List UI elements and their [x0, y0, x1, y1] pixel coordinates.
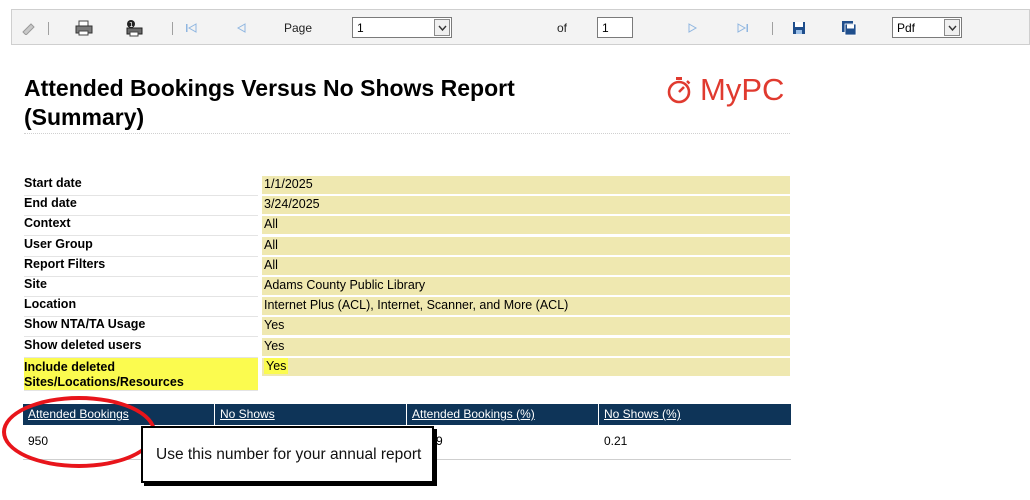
previous-page-icon[interactable]	[230, 10, 252, 46]
of-label: of	[556, 21, 567, 35]
print-icon[interactable]	[72, 10, 96, 46]
param-row-report-filters: Report Filters All	[24, 256, 790, 277]
report-parameters: Start date 1/1/2025 End date 3/24/2025 Con…	[24, 176, 790, 391]
param-value-highlighted: Yes	[264, 357, 289, 374]
param-row-show-nta-ta-usage: Show NTA/TA Usage Yes	[24, 317, 790, 338]
param-row-include-deleted: Include deleted Sites/Locations/Resource…	[24, 357, 790, 391]
cell-no-shows-pct: 0.21	[604, 434, 628, 448]
annotation-circle	[2, 396, 156, 468]
report-title: Attended Bookings Versus No Shows Report…	[24, 74, 584, 132]
next-page-icon[interactable]	[682, 10, 704, 46]
annotation-callout: Use this number for your annual report	[141, 426, 434, 483]
save-icon[interactable]	[788, 10, 810, 46]
title-divider	[24, 133, 790, 134]
column-header-attended-bookings-pct[interactable]: Attended Bookings (%)	[407, 404, 599, 425]
page-label: Page	[283, 21, 313, 35]
report-toolbar: 1 Page 1 of 1 Pdf	[11, 9, 1030, 45]
param-row-end-date: End date 3/24/2025	[24, 196, 790, 217]
page-select-value: 1	[357, 21, 364, 35]
report-title-line2: (Summary)	[24, 104, 145, 130]
save-as-icon[interactable]	[838, 10, 860, 46]
column-header-no-shows[interactable]: No Shows	[215, 404, 407, 425]
param-row-location: Location Internet Plus (ACL), Internet, S…	[24, 297, 790, 318]
logo-text: MyPC	[700, 72, 785, 107]
param-row-show-deleted-users: Show deleted users Yes	[24, 337, 790, 358]
edit-icon[interactable]	[18, 10, 40, 46]
mypc-logo: MyPC	[666, 70, 784, 110]
export-format-select[interactable]: Pdf	[892, 17, 962, 38]
annotation-callout-text: Use this number for your annual report	[156, 445, 422, 463]
param-row-start-date: Start date 1/1/2025	[24, 176, 790, 196]
stopwatch-icon	[667, 77, 691, 104]
toolbar-separator	[172, 22, 173, 35]
page-select[interactable]: 1	[352, 17, 452, 38]
export-format-value: Pdf	[897, 21, 916, 35]
param-row-context: Context All	[24, 216, 790, 237]
toolbar-separator	[48, 22, 49, 35]
column-header-no-shows-pct[interactable]: No Shows (%)	[599, 404, 791, 425]
report-title-line1: Attended Bookings Versus No Shows Report	[24, 75, 515, 101]
first-page-icon[interactable]	[180, 10, 202, 46]
total-pages-field: 1	[597, 17, 633, 38]
last-page-icon[interactable]	[732, 10, 754, 46]
toolbar-separator	[772, 22, 773, 35]
param-row-user-group: User Group All	[24, 236, 790, 257]
param-row-site: Site Adams County Public Library	[24, 276, 790, 297]
chevron-down-icon[interactable]	[434, 19, 450, 36]
chevron-down-icon[interactable]	[944, 19, 960, 36]
print-setup-icon[interactable]: 1	[122, 10, 146, 46]
